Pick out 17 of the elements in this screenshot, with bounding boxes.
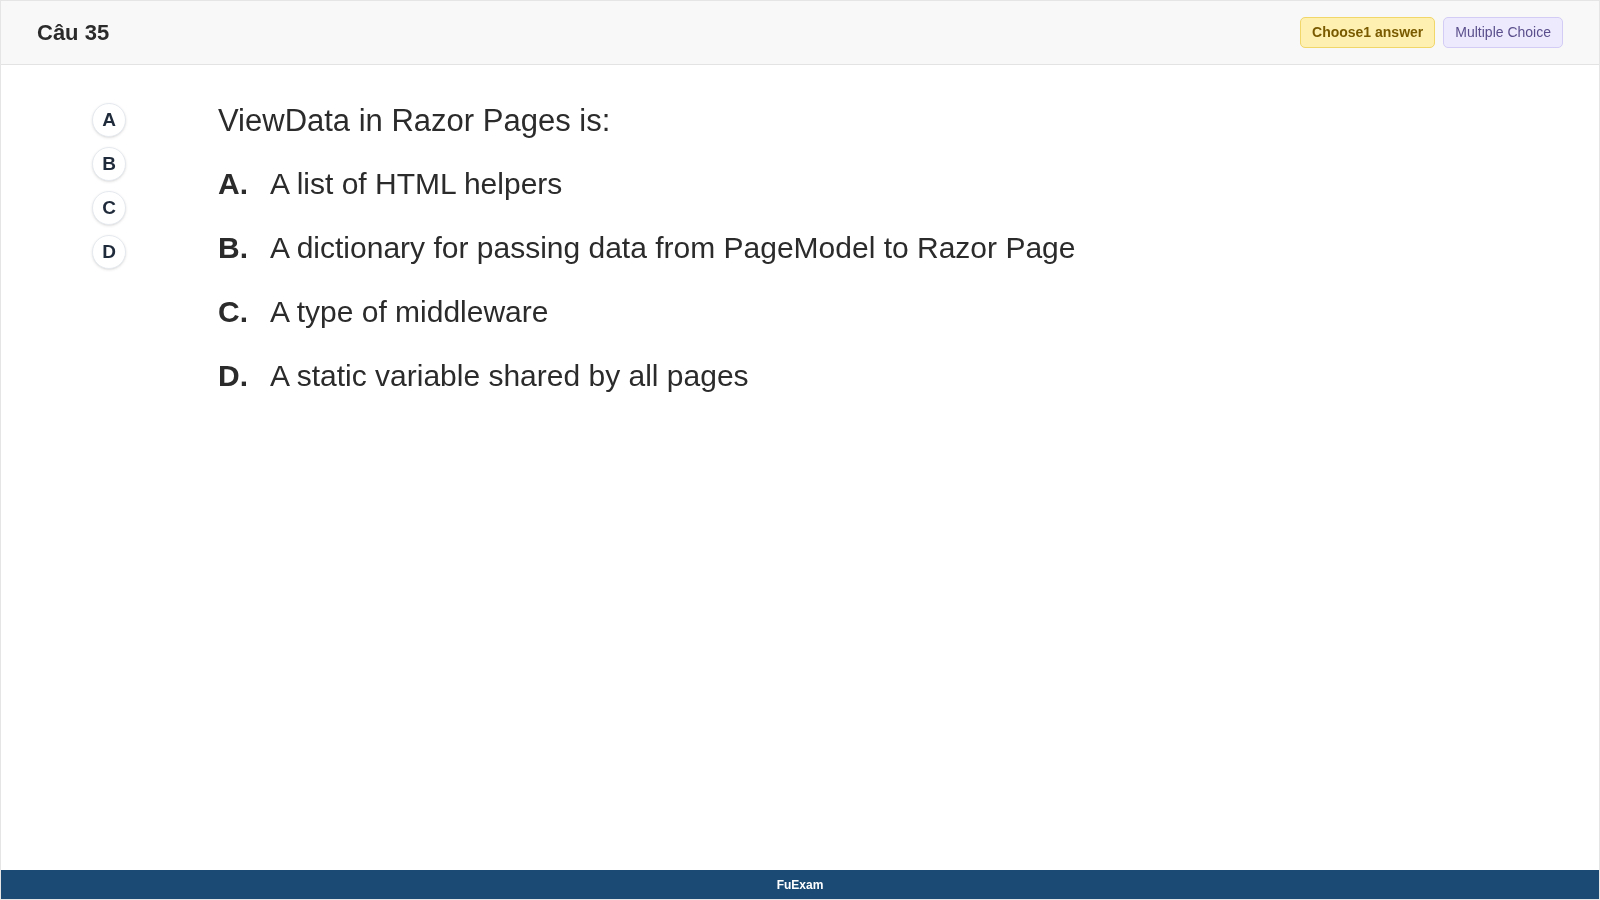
type-badge: Multiple Choice — [1443, 17, 1563, 48]
option-letter: C. — [218, 293, 249, 330]
option-letter: B. — [218, 229, 249, 266]
footer-brand: FuExam — [776, 876, 824, 894]
option-text: A static variable shared by all pages — [270, 357, 749, 394]
question-text: ViewData in Razor Pages is: — [218, 102, 612, 140]
answer-bubble[interactable]: B — [92, 147, 126, 181]
option-text: A dictionary for passing data from PageModel to Razor Page — [270, 229, 1076, 266]
answer-bubble[interactable]: C — [92, 191, 126, 225]
option-letter: A. — [218, 165, 249, 202]
answer-bubble[interactable]: D — [92, 235, 126, 269]
option-text: A list of HTML helpers — [270, 165, 563, 202]
option-text: A type of middleware — [270, 293, 549, 330]
hint-badge: Choose1 answer — [1300, 17, 1436, 48]
option-letter: D. — [218, 357, 249, 394]
answer-bubble[interactable]: A — [92, 103, 126, 137]
question-number: Câu 35 — [37, 19, 110, 47]
